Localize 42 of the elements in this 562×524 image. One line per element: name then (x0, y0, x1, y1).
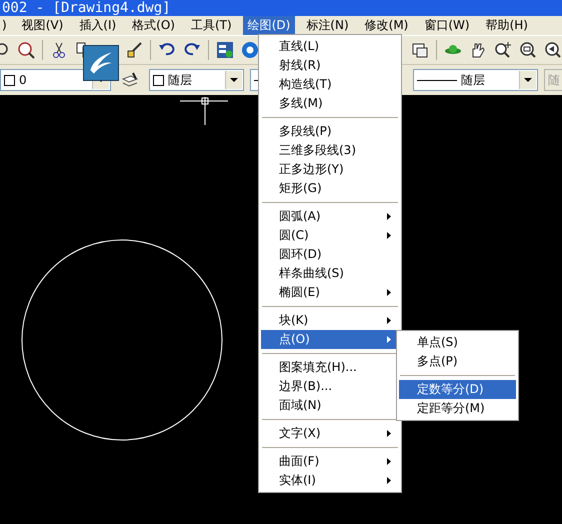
menu-item[interactable]: 文字(X) (261, 424, 399, 443)
menu-item[interactable]: 射线(R) (261, 56, 399, 75)
menu-item[interactable]: 圆弧(A) (261, 207, 399, 226)
menu-item[interactable]: 矩形(G) (261, 179, 399, 198)
menu-item[interactable]: 标注(N) (301, 16, 354, 35)
menu-item[interactable]: 插入(I) (74, 16, 122, 35)
menu-item[interactable]: ) (0, 16, 9, 35)
menu-item[interactable]: 多段线(P) (261, 122, 399, 141)
menu-item[interactable]: 多线(M) (261, 94, 399, 113)
menu-item[interactable]: 视图(V) (16, 16, 68, 35)
menu-item[interactable]: 块(K) (261, 311, 399, 330)
menu-item[interactable]: 修改(M) (360, 16, 414, 35)
lineweight-value: 随层 (461, 72, 485, 88)
menu-item[interactable]: 边界(B)... (261, 377, 399, 396)
menu-item[interactable]: 曲面(F) (261, 452, 399, 471)
menu-item[interactable]: 三维多段线(3) (261, 141, 399, 160)
menu-item[interactable]: 工具(T) (186, 16, 237, 35)
menu-item[interactable]: 构造线(T) (261, 75, 399, 94)
menu-item[interactable]: 面域(N) (261, 396, 399, 415)
menu-item[interactable]: 圆环(D) (261, 245, 399, 264)
menu-item[interactable]: 图案填充(H)... (261, 358, 399, 377)
window-title: 002 - [Drawing4.dwg] (2, 0, 171, 16)
menu-item[interactable]: 样条曲线(S) (261, 264, 399, 283)
menu-item[interactable]: 定数等分(D) (399, 380, 516, 399)
menu-item[interactable]: 格式(O) (127, 16, 180, 35)
menu-item[interactable]: 多点(P) (399, 352, 516, 371)
menu-item[interactable]: 椭圆(E) (261, 283, 399, 302)
menu-item[interactable]: 圆(C) (261, 226, 399, 245)
menu-item[interactable]: 正多边形(Y) (261, 160, 399, 179)
lineweight-dropdown[interactable]: 随层 (413, 69, 538, 91)
plot-style-value: 随 (548, 72, 560, 88)
menu-item[interactable]: 单点(S) (399, 333, 516, 352)
menu-item[interactable]: 实体(I) (261, 471, 399, 490)
menu-item[interactable]: 定距等分(M) (399, 399, 516, 418)
menu-item[interactable]: 点(O) (261, 330, 399, 349)
menu-item[interactable]: 绘图(D) (242, 16, 296, 35)
color-dropdown[interactable]: 随层 (149, 69, 244, 91)
menu-item[interactable]: 直线(L) (261, 37, 399, 56)
menu-item[interactable]: 帮助(H) (480, 16, 533, 35)
layer-name: 0 (19, 73, 27, 87)
menu-item[interactable]: 窗口(W) (419, 16, 475, 35)
color-value: 随层 (168, 72, 192, 88)
